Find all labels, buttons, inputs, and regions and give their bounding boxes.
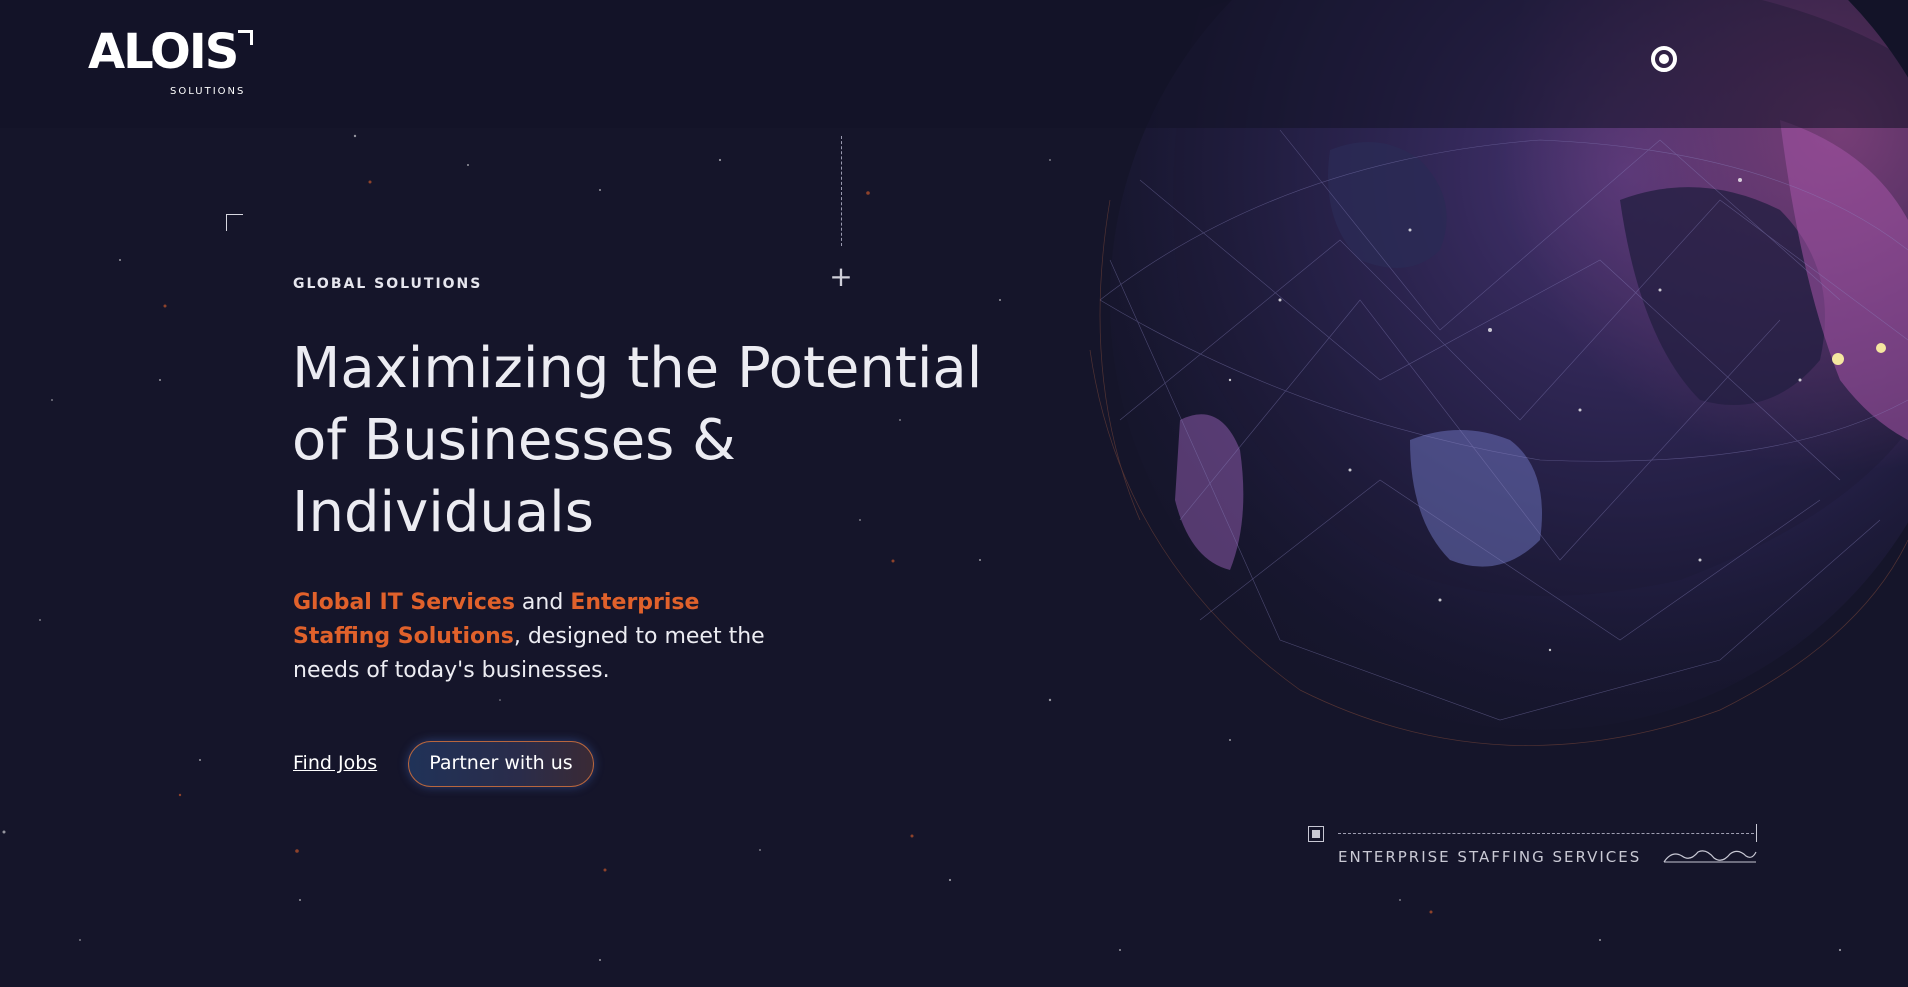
corner-bracket-icon (226, 214, 243, 231)
headline-line-3: Individuals (292, 480, 594, 545)
subtext-and: and (514, 590, 571, 615)
hero-headline: Maximizing the Potential of Businesses &… (292, 333, 1012, 549)
logo-wordmark: ALOIS (88, 24, 239, 80)
headline-line-1: Maximizing the Potential (292, 336, 983, 401)
logo-subtext: SOLUTIONS (170, 86, 246, 97)
headline-line-2: of Businesses & (292, 408, 736, 473)
square-marker-icon (1308, 826, 1324, 842)
plus-icon: + (829, 260, 853, 293)
vertical-dashed-divider (841, 136, 842, 246)
accent-global-it-services: Global IT Services (293, 590, 515, 615)
logo[interactable]: ALOIS SOLUTIONS (88, 28, 258, 103)
wave-pattern-icon (1663, 850, 1757, 863)
site-header: ALOIS SOLUTIONS (0, 0, 1908, 128)
record-circle-icon[interactable] (1651, 46, 1677, 72)
hero-subtext: Global IT Services and Enterprise Staffi… (293, 586, 793, 688)
partner-with-us-button[interactable]: Partner with us (408, 741, 594, 787)
hero-eyebrow: GLOBAL SOLUTIONS (293, 276, 483, 292)
enterprise-staffing-label: ENTERPRISE STAFFING SERVICES (1338, 848, 1642, 866)
badge-end-tick (1756, 824, 1757, 842)
logo-corner-mark (238, 30, 253, 45)
find-jobs-link[interactable]: Find Jobs (293, 752, 377, 774)
badge-dashed-line (1338, 833, 1754, 834)
